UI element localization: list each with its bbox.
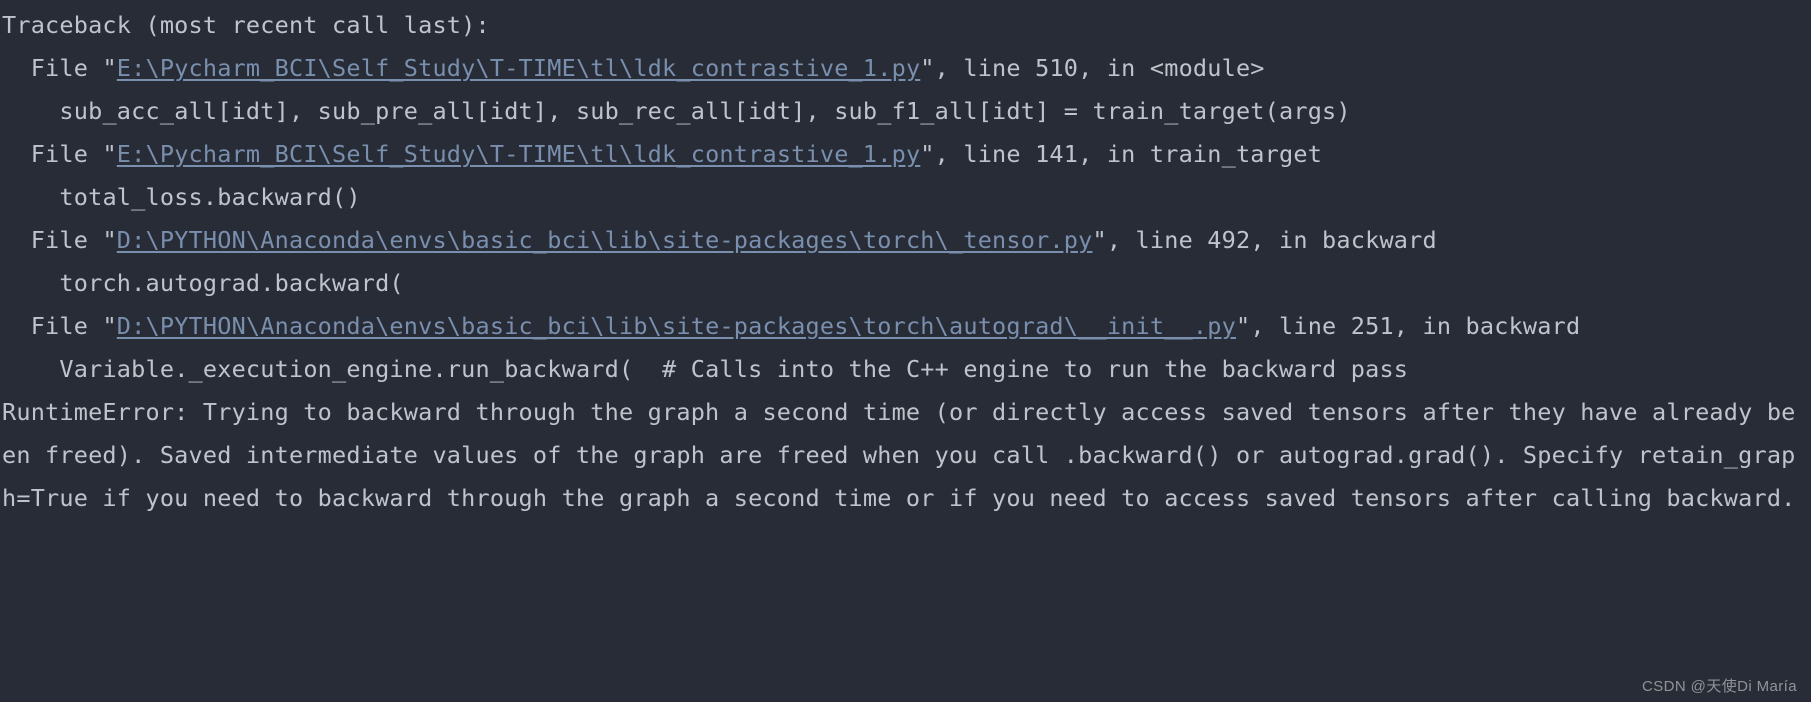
frame-suffix: ", line 510, in <module> bbox=[920, 54, 1264, 82]
frame-suffix: ", line 492, in backward bbox=[1092, 226, 1436, 254]
error-message: RuntimeError: Trying to backward through… bbox=[2, 398, 1796, 512]
frame-suffix: ", line 141, in train_target bbox=[920, 140, 1322, 168]
traceback-file-link[interactable]: E:\Pycharm_BCI\Self_Study\T-TIME\tl\ldk_… bbox=[117, 54, 921, 82]
csdn-watermark: CSDN @天使Di María bbox=[1642, 675, 1797, 696]
frame-prefix: File " bbox=[2, 226, 117, 254]
frame-code: torch.autograd.backward( bbox=[2, 269, 404, 297]
traceback-file-link[interactable]: E:\Pycharm_BCI\Self_Study\T-TIME\tl\ldk_… bbox=[117, 140, 921, 168]
traceback-file-link[interactable]: D:\PYTHON\Anaconda\envs\basic_bci\lib\si… bbox=[117, 226, 1093, 254]
console-output: Traceback (most recent call last): File … bbox=[0, 0, 1811, 520]
frame-code: sub_acc_all[idt], sub_pre_all[idt], sub_… bbox=[2, 97, 1351, 125]
traceback-header: Traceback (most recent call last): bbox=[2, 11, 490, 39]
frame-prefix: File " bbox=[2, 54, 117, 82]
frame-suffix: ", line 251, in backward bbox=[1236, 312, 1580, 340]
traceback-file-link[interactable]: D:\PYTHON\Anaconda\envs\basic_bci\lib\si… bbox=[117, 312, 1236, 340]
frame-code: Variable._execution_engine.run_backward(… bbox=[2, 355, 1408, 383]
frame-prefix: File " bbox=[2, 312, 117, 340]
frame-code: total_loss.backward() bbox=[2, 183, 361, 211]
frame-prefix: File " bbox=[2, 140, 117, 168]
